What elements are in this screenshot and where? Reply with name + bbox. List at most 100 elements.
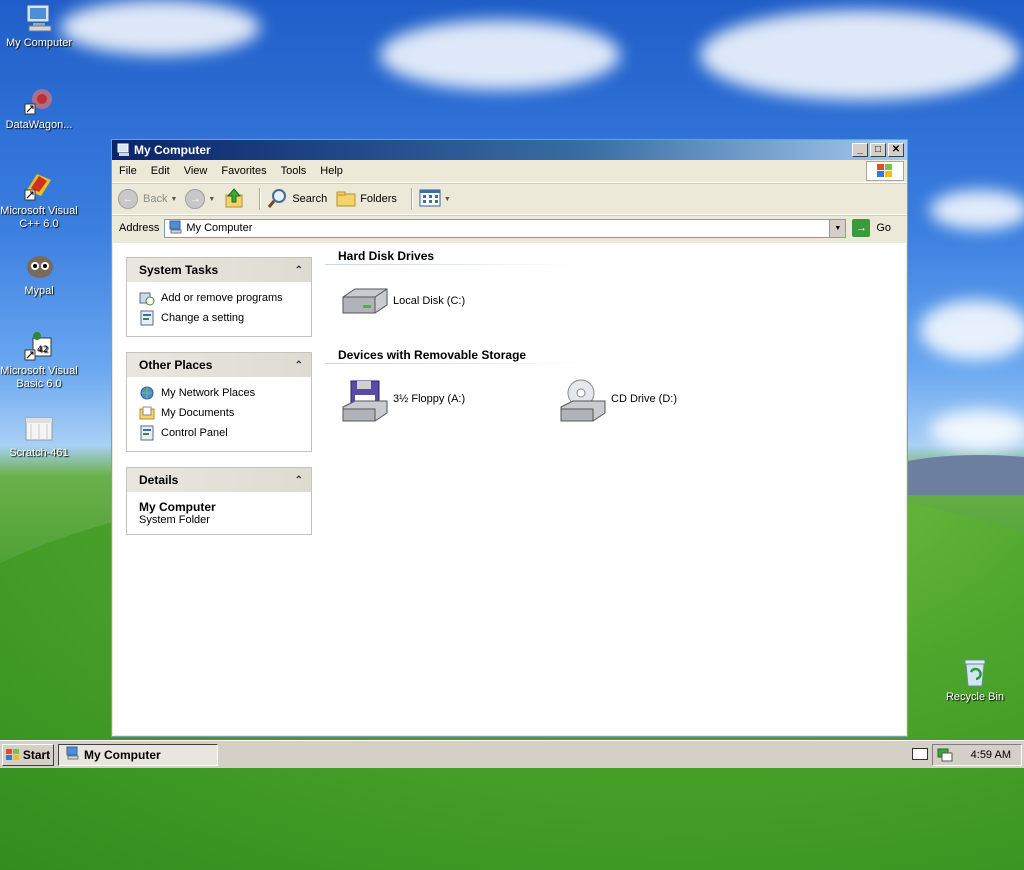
- place-control-panel[interactable]: Control Panel: [139, 423, 301, 443]
- group-divider: [325, 264, 575, 265]
- floppy-drive-icon: [341, 379, 389, 422]
- cd-drive-icon: [559, 379, 607, 422]
- computer-icon: [23, 2, 55, 34]
- keyboard-icon[interactable]: [912, 748, 928, 760]
- minimize-button[interactable]: _: [852, 143, 868, 157]
- content-area: System Tasks ⌃ Add or remove programs Ch…: [113, 243, 906, 735]
- visual-cpp-icon: [23, 170, 55, 202]
- forward-button[interactable]: → ▼: [185, 189, 215, 209]
- menu-file[interactable]: File: [112, 165, 144, 177]
- drive-label: 3½ Floppy (A:): [393, 393, 466, 405]
- back-label: Back: [143, 193, 168, 205]
- folder-up-icon: [223, 187, 245, 212]
- address-label: Address: [119, 222, 160, 234]
- minimize-icon: _: [857, 144, 863, 155]
- computer-icon: [168, 220, 182, 237]
- taskbar-item-my-computer[interactable]: My Computer: [58, 743, 218, 766]
- taskbar: Start My Computer 4:59 AM: [0, 740, 1024, 768]
- back-arrow-icon: ←: [118, 189, 138, 209]
- svg-text:42: 42: [37, 345, 48, 355]
- back-button[interactable]: ← Back ▼: [118, 189, 177, 209]
- toolbar: ← Back ▼ → ▼ Search Folders ▼: [112, 183, 907, 215]
- menu-view[interactable]: View: [177, 165, 215, 177]
- forward-arrow-icon: →: [185, 189, 206, 209]
- desktop-icon-datawagon[interactable]: DataWagon...: [0, 84, 78, 132]
- desktop-icon-label: Mypal: [24, 285, 54, 297]
- details-type: System Folder: [139, 514, 210, 526]
- computer-icon: [116, 143, 130, 157]
- start-button[interactable]: Start: [2, 743, 54, 766]
- drive-label: Local Disk (C:): [393, 295, 466, 307]
- task-pane: System Tasks ⌃ Add or remove programs Ch…: [126, 257, 312, 550]
- menu-favorites[interactable]: Favorites: [214, 165, 273, 177]
- details-name: My Computer: [139, 500, 216, 514]
- visual-basic-icon: 42: [23, 330, 55, 362]
- place-my-documents[interactable]: My Documents: [139, 403, 301, 423]
- maximize-button[interactable]: □: [870, 143, 886, 157]
- window-title: My Computer: [134, 143, 211, 157]
- search-icon: [267, 187, 289, 212]
- computer-icon: [65, 746, 79, 763]
- link-label: Change a setting: [161, 312, 245, 324]
- up-button[interactable]: [223, 187, 245, 212]
- other-places-header[interactable]: Other Places ⌃: [127, 353, 311, 377]
- toolbar-separator: [259, 188, 262, 210]
- chevron-down-icon: ▼: [834, 224, 842, 232]
- desktop-icon-label: Scratch-461: [9, 447, 69, 459]
- folder-icon: [23, 412, 55, 444]
- link-label: My Documents: [161, 407, 235, 419]
- chevron-up-icon: ⌃: [294, 474, 303, 486]
- link-label: My Network Places: [161, 387, 256, 399]
- desktop-icon-recycle-bin[interactable]: Recycle Bin: [936, 656, 1014, 704]
- system-tasks-title: System Tasks: [139, 263, 219, 277]
- menu-help[interactable]: Help: [313, 165, 350, 177]
- search-button[interactable]: Search: [267, 187, 327, 212]
- close-button[interactable]: ✕: [888, 143, 904, 157]
- search-label: Search: [292, 193, 328, 205]
- control-panel-icon: [139, 310, 155, 326]
- address-field[interactable]: My Computer ▼: [164, 218, 847, 238]
- task-add-remove-programs[interactable]: Add or remove programs: [139, 288, 301, 308]
- desktop-icon-scratch[interactable]: Scratch-461: [0, 412, 78, 460]
- close-icon: ✕: [891, 144, 901, 155]
- task-change-setting[interactable]: Change a setting: [139, 308, 301, 328]
- network-tray-icon[interactable]: [937, 748, 953, 765]
- go-button[interactable]: → Go: [852, 219, 891, 237]
- desktop-icon-vb6[interactable]: 42 Microsoft Visual Basic 6.0: [0, 330, 78, 391]
- mypal-icon: [23, 250, 55, 282]
- desktop-icon-mypal[interactable]: Mypal: [0, 250, 78, 298]
- menu-edit[interactable]: Edit: [144, 165, 177, 177]
- chevron-down-icon: ▼: [443, 195, 451, 203]
- group-hard-disk-drives: Hard Disk Drives: [338, 249, 435, 263]
- desktop-icon-my-computer[interactable]: My Computer: [0, 2, 78, 50]
- menu-tools[interactable]: Tools: [274, 165, 314, 177]
- link-label: Control Panel: [161, 427, 228, 439]
- address-value: My Computer: [186, 222, 253, 234]
- system-tray: 4:59 AM: [932, 744, 1022, 766]
- desktop-icon-vc6[interactable]: Microsoft Visual C++ 6.0: [0, 170, 78, 231]
- group-removable-storage: Devices with Removable Storage: [338, 348, 527, 362]
- explorer-window: My Computer _ □ ✕ File Edit View Favorit…: [111, 139, 908, 737]
- desktop-icon-label: DataWagon...: [5, 119, 73, 131]
- drive-local-disk-c[interactable]: Local Disk (C:): [341, 281, 465, 321]
- menu-bar: File Edit View Favorites Tools Help: [112, 160, 907, 183]
- window-titlebar[interactable]: My Computer _ □ ✕: [112, 140, 907, 160]
- place-my-network-places[interactable]: My Network Places: [139, 383, 301, 403]
- chevron-down-icon: ▼: [208, 195, 216, 203]
- drive-floppy-a[interactable]: 3½ Floppy (A:): [341, 379, 466, 422]
- drive-cd-d[interactable]: CD Drive (D:): [559, 379, 677, 422]
- toolbar-separator: [410, 188, 413, 210]
- system-tasks-header[interactable]: System Tasks ⌃: [127, 258, 311, 282]
- desktop-icon-label: My Computer: [5, 37, 73, 49]
- recycle-bin-icon: [959, 656, 991, 688]
- folders-button[interactable]: Folders: [335, 188, 397, 211]
- folders-icon: [335, 188, 357, 211]
- address-bar: Address My Computer ▼ → Go: [112, 215, 907, 240]
- chevron-up-icon: ⌃: [294, 264, 303, 276]
- control-panel-icon: [139, 425, 155, 441]
- clock[interactable]: 4:59 AM: [971, 749, 1011, 761]
- address-dropdown-button[interactable]: ▼: [829, 219, 846, 237]
- views-button[interactable]: ▼: [419, 189, 451, 210]
- details-header[interactable]: Details ⌃: [127, 468, 311, 492]
- drive-label: CD Drive (D:): [611, 393, 677, 405]
